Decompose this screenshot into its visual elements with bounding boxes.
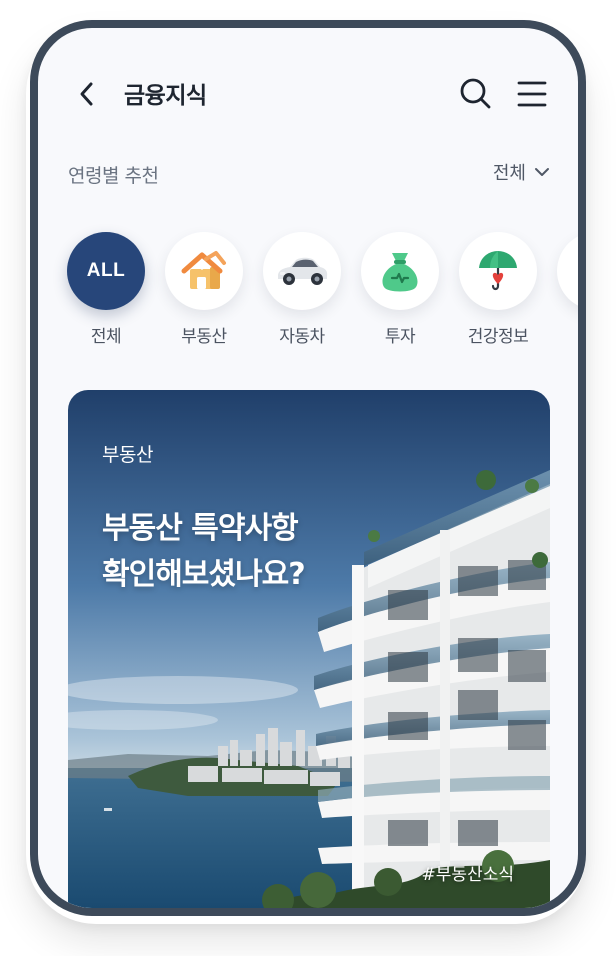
category-icon-wrap	[557, 232, 586, 310]
money-bag-icon	[382, 253, 418, 292]
card-title: 부동산 특약사항 확인해보셨나요?	[102, 506, 402, 598]
menu-button[interactable]	[516, 78, 548, 110]
category-icon-wrap	[361, 232, 439, 310]
category-label: 여	[557, 322, 578, 347]
chevron-down-icon	[535, 168, 549, 176]
category-car[interactable]: 자동차	[263, 232, 341, 347]
category-label: 부동산	[181, 327, 227, 347]
back-button[interactable]	[74, 78, 102, 110]
chevron-left-icon	[80, 82, 93, 106]
app-header: 금융지식	[38, 28, 578, 148]
category-list: ALL 전체 부동산 자동차 투자 건강정보	[67, 232, 586, 362]
card-hashtag: #부동산소식	[421, 865, 514, 885]
search-button[interactable]	[458, 76, 492, 110]
phone-frame: 금융지식 연령별 추천 전체 ALL 전체 부동산 자동차 투자 건강정보 부동…	[30, 20, 586, 916]
category-label: 건강정보	[467, 327, 529, 347]
category-label: 자동차	[279, 327, 325, 347]
umbrella-heart-icon	[479, 251, 517, 291]
category-label: 전체	[90, 327, 122, 347]
category-icon-wrap	[263, 232, 341, 310]
category-health[interactable]: 건강정보	[459, 232, 537, 347]
car-icon	[278, 257, 328, 285]
category-real-estate[interactable]: 부동산	[165, 232, 243, 347]
page-title: 금융지식	[124, 83, 207, 109]
search-icon	[460, 78, 491, 109]
featured-article-card[interactable]: 부동산 부동산 특약사항 확인해보셨나요? #부동산소식	[68, 390, 550, 908]
seaside-apartment-photo	[68, 390, 550, 908]
age-recommend-label: 연령별 추천	[68, 165, 159, 187]
card-title-line1: 부동산 특약사항	[102, 511, 299, 546]
hamburger-menu-icon	[517, 81, 547, 107]
category-icon-wrap	[165, 232, 243, 310]
all-icon: ALL	[67, 232, 145, 310]
house-icon	[181, 251, 226, 289]
category-investment[interactable]: 투자	[361, 232, 439, 347]
category-partial[interactable]: 여	[557, 232, 586, 347]
card-category-label: 부동산	[102, 444, 153, 466]
category-label: 투자	[384, 327, 416, 347]
all-icon-text: ALL	[86, 260, 126, 281]
age-filter-dropdown[interactable]: 전체	[493, 159, 550, 185]
card-title-line2: 확인해보셨나요?	[102, 557, 306, 592]
category-all[interactable]: ALL 전체	[67, 232, 145, 347]
filter-selected-value: 전체	[492, 163, 526, 184]
partial-icon	[574, 249, 586, 293]
category-icon-wrap	[459, 232, 537, 310]
